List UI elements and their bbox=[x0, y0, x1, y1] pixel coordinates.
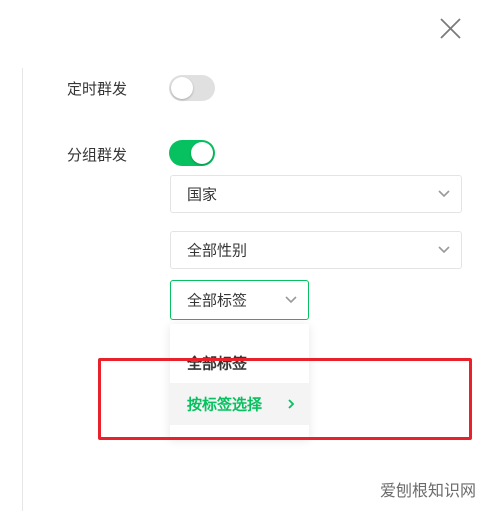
toggle-knob bbox=[171, 77, 193, 99]
dropdown-item-select-by-tag[interactable]: 按标签选择 bbox=[170, 383, 309, 425]
dropdown-item-label: 全部标签 bbox=[187, 354, 248, 373]
country-select[interactable]: 国家 bbox=[170, 175, 462, 213]
dropdown-item-label: 按标签选择 bbox=[187, 395, 263, 414]
panel-divider bbox=[22, 68, 23, 511]
scheduled-send-label: 定时群发 bbox=[67, 80, 128, 98]
group-send-toggle[interactable] bbox=[169, 140, 215, 166]
chevron-down-icon bbox=[438, 190, 450, 198]
tag-select-value: 全部标签 bbox=[187, 291, 248, 310]
watermark: 爱刨根知识网 bbox=[379, 481, 476, 500]
chevron-down-icon bbox=[438, 246, 450, 254]
gender-select[interactable]: 全部性别 bbox=[170, 231, 462, 269]
chevron-down-icon bbox=[285, 296, 297, 304]
scheduled-send-toggle[interactable] bbox=[169, 75, 215, 101]
close-button[interactable] bbox=[436, 14, 466, 44]
group-send-label: 分组群发 bbox=[67, 146, 128, 164]
close-icon bbox=[440, 18, 461, 39]
chevron-right-icon bbox=[288, 399, 295, 409]
dropdown-item-all-tags[interactable]: 全部标签 bbox=[170, 342, 309, 384]
tag-dropdown-menu: 全部标签 按标签选择 bbox=[170, 324, 309, 438]
toggle-knob bbox=[191, 142, 213, 164]
gender-select-value: 全部性别 bbox=[187, 241, 248, 260]
country-select-value: 国家 bbox=[187, 185, 218, 204]
tag-select[interactable]: 全部标签 bbox=[170, 280, 309, 320]
